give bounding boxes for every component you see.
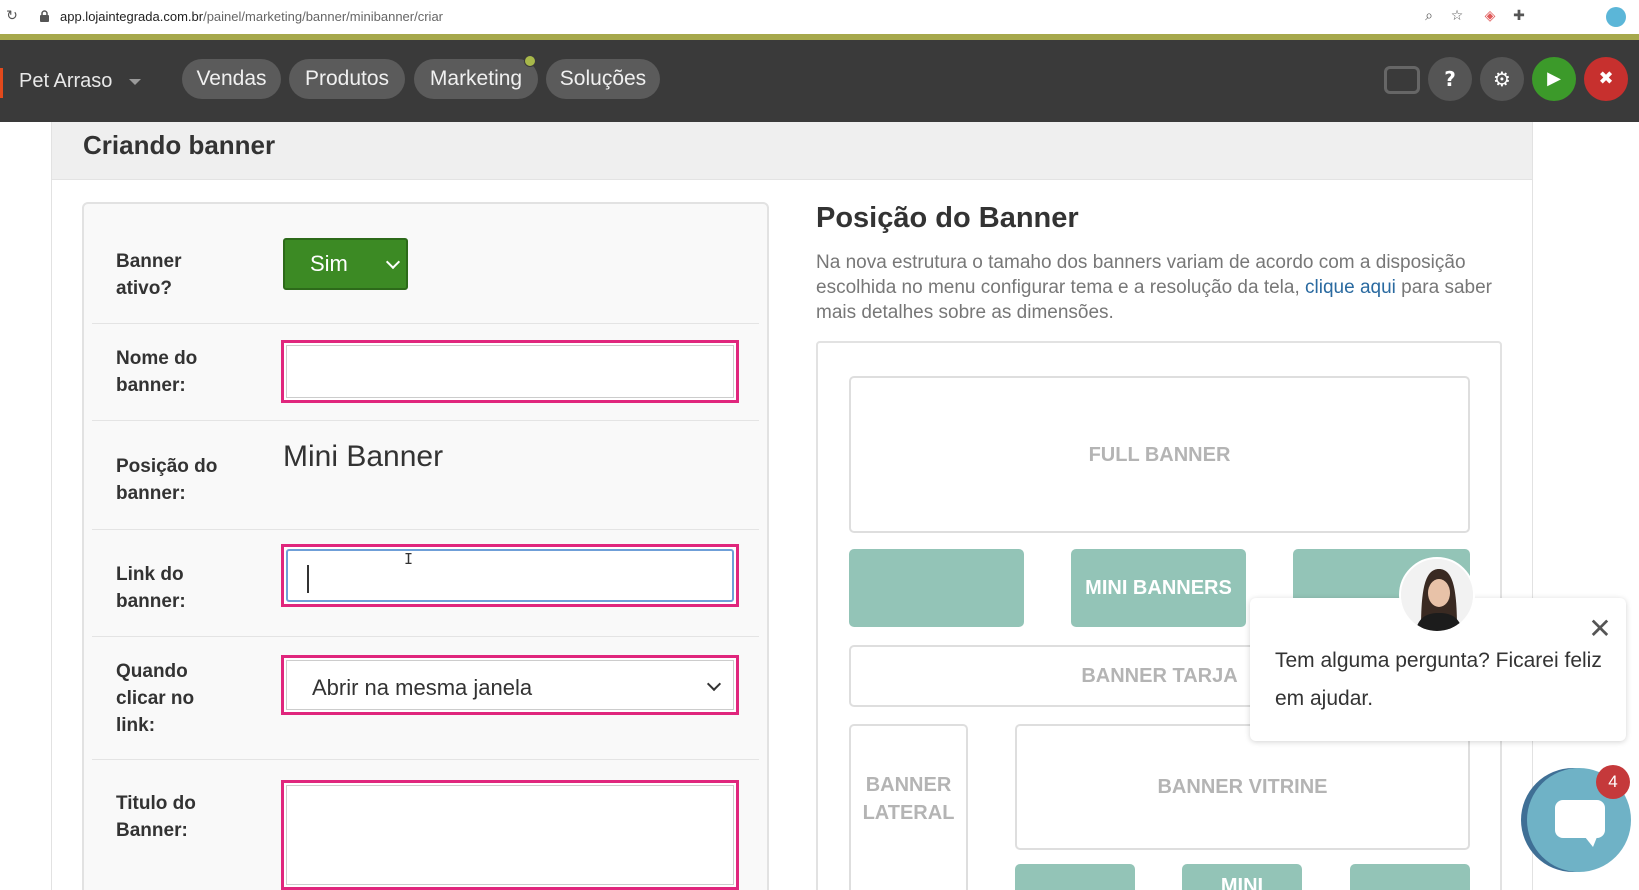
zoom-icon[interactable]: ⌕ — [1420, 7, 1438, 25]
chat-close-icon[interactable]: ✕ — [1586, 615, 1614, 643]
url-host: app.lojaintegrada.com.br — [60, 9, 204, 24]
puzzle-icon[interactable]: ✚ — [1510, 7, 1528, 25]
row-divider — [92, 529, 759, 530]
app-header: Pet Arraso Vendas Produtos Marketing Sol… — [0, 40, 1639, 122]
banner-link-input[interactable] — [281, 544, 739, 607]
row-divider — [92, 759, 759, 760]
page-title: Criando banner — [83, 130, 276, 160]
left-margin — [0, 122, 51, 890]
mini-banners-slot: MINI BANNERS — [1071, 549, 1246, 627]
chat-unread-badge: 4 — [1596, 765, 1630, 799]
position-title: Posição do Banner — [816, 202, 1079, 234]
banner-active-select[interactable]: Sim — [283, 238, 408, 290]
url-path: /painel/marketing/banner/minibanner/cria… — [203, 9, 443, 24]
gear-icon: ⚙ — [1493, 67, 1511, 91]
page-header: Criando banner — [52, 122, 1532, 180]
chevron-down-icon — [706, 676, 722, 692]
click-target-select[interactable]: Abrir na mesma janela — [281, 655, 739, 715]
agent-avatar — [1399, 557, 1475, 633]
chevron-down-icon[interactable] — [129, 79, 141, 85]
close-button[interactable]: ✖ — [1584, 57, 1628, 101]
extension-icon[interactable]: ◈ — [1481, 7, 1499, 25]
banner-name-field[interactable] — [286, 345, 734, 398]
position-description: Na nova estrutura o tamaho dos banners v… — [816, 250, 1516, 325]
mini-vitrine-slot — [1015, 864, 1135, 890]
mini-vitrine-slot: MINI — [1182, 864, 1302, 890]
banner-vitrine-slot: BANNER VITRINE — [1015, 724, 1470, 850]
nav-vendas[interactable]: Vendas — [182, 59, 281, 99]
url-text[interactable]: app.lojaintegrada.com.br/painel/marketin… — [60, 9, 443, 24]
title-label: Titulo do Banner: — [116, 793, 196, 841]
position-label: Posição do banner: — [116, 456, 218, 504]
help-button[interactable]: ? — [1428, 57, 1472, 101]
browser-url-bar: ↻ app.lojaintegrada.com.br/painel/market… — [0, 0, 1639, 34]
chat-message: Tem alguma pergunta? Ficarei feliz em aj… — [1275, 649, 1602, 710]
full-banner-slot: FULL BANNER — [849, 376, 1470, 533]
help-icon: ? — [1444, 67, 1456, 91]
header-accent-tab — [0, 68, 3, 98]
link-label: Link do banner: — [116, 564, 186, 612]
click-target-field[interactable]: Abrir na mesma janela — [286, 660, 734, 710]
row-divider — [92, 420, 759, 421]
chat-bubble-icon — [1555, 800, 1605, 847]
text-caret — [307, 565, 309, 593]
lock-icon — [40, 10, 49, 22]
name-label: Nome do banner: — [116, 348, 198, 396]
banner-active-value: Sim — [310, 251, 348, 276]
close-icon: ✖ — [1598, 68, 1614, 89]
banner-title-input[interactable] — [281, 780, 739, 890]
row-divider — [92, 636, 759, 637]
row-divider — [92, 323, 759, 324]
mouse-cursor-icon: I — [404, 550, 414, 568]
preview-store-button[interactable]: ▶ — [1532, 57, 1576, 101]
banner-name-input[interactable] — [281, 340, 739, 403]
banner-title-field[interactable] — [286, 785, 734, 885]
click-target-value: Abrir na mesma janela — [312, 675, 533, 700]
learn-more-link[interactable]: clique aqui — [1305, 277, 1396, 298]
notification-dot — [524, 55, 536, 67]
banner-link-field[interactable] — [286, 549, 734, 602]
play-icon: ▶ — [1547, 68, 1561, 89]
nav-solucoes[interactable]: Soluções — [546, 59, 660, 99]
mini-vitrine-slot — [1350, 864, 1470, 890]
chevron-down-icon — [385, 254, 401, 270]
active-label: Banner ativo? — [116, 251, 182, 299]
reload-icon[interactable]: ↻ — [4, 8, 20, 24]
banner-position-value: Mini Banner — [283, 440, 444, 473]
settings-button[interactable]: ⚙ — [1480, 57, 1524, 101]
store-name[interactable]: Pet Arraso — [19, 70, 112, 93]
screen-icon[interactable] — [1384, 66, 1420, 94]
star-icon[interactable]: ☆ — [1448, 7, 1466, 25]
banner-lateral-slot: BANNER LATERAL — [849, 724, 968, 890]
click-target-label: Quando clicar no link: — [116, 661, 195, 736]
profile-avatar[interactable] — [1606, 7, 1626, 27]
nav-marketing[interactable]: Marketing — [414, 59, 538, 99]
mini-banner-slot — [849, 549, 1024, 627]
nav-produtos[interactable]: Produtos — [289, 59, 405, 99]
